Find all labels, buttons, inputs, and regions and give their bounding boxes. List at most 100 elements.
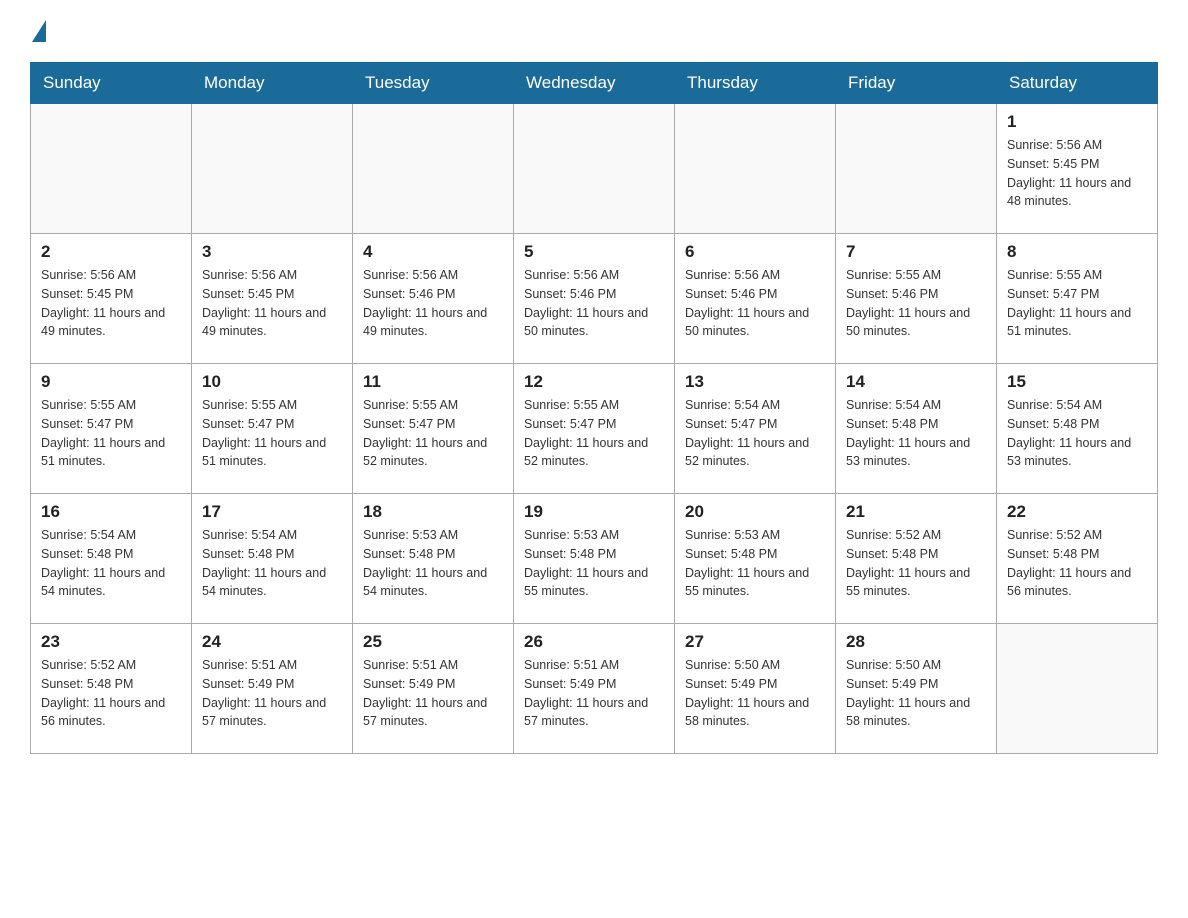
- calendar-week-row: 23 Sunrise: 5:52 AM Sunset: 5:48 PM Dayli…: [31, 624, 1158, 754]
- table-row: 26 Sunrise: 5:51 AM Sunset: 5:49 PM Dayli…: [514, 624, 675, 754]
- table-row: 22Sunrise: 5:52 AM Sunset: 5:48 PM Dayli…: [997, 494, 1158, 624]
- day-number: 13: [685, 372, 825, 392]
- table-row: 21 Sunrise: 5:52 AM Sunset: 5:48 PM Dayli…: [836, 494, 997, 624]
- table-row: 16 Sunrise: 5:54 AM Sunset: 5:48 PM Dayli…: [31, 494, 192, 624]
- day-number: 25: [363, 632, 503, 652]
- table-row: 5 Sunrise: 5:56 AM Sunset: 5:46 PM Daylig…: [514, 234, 675, 364]
- table-row: 2 Sunrise: 5:56 AM Sunset: 5:45 PM Daylig…: [31, 234, 192, 364]
- day-info: Sunrise: 5:53 AM Sunset: 5:48 PM Dayligh…: [363, 526, 503, 601]
- day-info: Sunrise: 5:55 AM Sunset: 5:47 PM Dayligh…: [202, 396, 342, 471]
- table-row: 20 Sunrise: 5:53 AM Sunset: 5:48 PM Dayli…: [675, 494, 836, 624]
- day-number: 24: [202, 632, 342, 652]
- day-number: 16: [41, 502, 181, 522]
- table-row: 10 Sunrise: 5:55 AM Sunset: 5:47 PM Dayli…: [192, 364, 353, 494]
- table-row: [997, 624, 1158, 754]
- table-row: 4Sunrise: 5:56 AM Sunset: 5:46 PM Daylig…: [353, 234, 514, 364]
- day-info: Sunrise: 5:54 AM Sunset: 5:48 PM Dayligh…: [41, 526, 181, 601]
- day-number: 28: [846, 632, 986, 652]
- logo-triangle-icon: [32, 20, 46, 42]
- day-number: 21: [846, 502, 986, 522]
- table-row: 18Sunrise: 5:53 AM Sunset: 5:48 PM Dayli…: [353, 494, 514, 624]
- day-number: 12: [524, 372, 664, 392]
- table-row: 17 Sunrise: 5:54 AM Sunset: 5:48 PM Dayli…: [192, 494, 353, 624]
- table-row: 12 Sunrise: 5:55 AM Sunset: 5:47 PM Dayli…: [514, 364, 675, 494]
- col-wednesday: Wednesday: [514, 63, 675, 104]
- table-row: [31, 104, 192, 234]
- day-info: Sunrise: 5:53 AM Sunset: 5:48 PM Dayligh…: [685, 526, 825, 601]
- table-row: [836, 104, 997, 234]
- day-info: Sunrise: 5:55 AM Sunset: 5:47 PM Dayligh…: [41, 396, 181, 471]
- table-row: 15 Sunrise: 5:54 AM Sunset: 5:48 PM Dayli…: [997, 364, 1158, 494]
- table-row: [192, 104, 353, 234]
- table-row: 8 Sunrise: 5:55 AM Sunset: 5:47 PM Daylig…: [997, 234, 1158, 364]
- day-info: Sunrise: 5:51 AM Sunset: 5:49 PM Dayligh…: [524, 656, 664, 731]
- table-row: 6Sunrise: 5:56 AM Sunset: 5:46 PM Daylig…: [675, 234, 836, 364]
- day-info: Sunrise: 5:54 AM Sunset: 5:48 PM Dayligh…: [202, 526, 342, 601]
- col-monday: Monday: [192, 63, 353, 104]
- table-row: 25 Sunrise: 5:51 AM Sunset: 5:49 PM Dayli…: [353, 624, 514, 754]
- table-row: 27 Sunrise: 5:50 AM Sunset: 5:49 PM Dayli…: [675, 624, 836, 754]
- day-number: 1: [1007, 112, 1147, 132]
- table-row: [353, 104, 514, 234]
- day-number: 10: [202, 372, 342, 392]
- page-header: [30, 20, 1158, 42]
- day-number: 15: [1007, 372, 1147, 392]
- weekday-header-row: Sunday Monday Tuesday Wednesday Thursday…: [31, 63, 1158, 104]
- day-info: Sunrise: 5:52 AM Sunset: 5:48 PM Dayligh…: [846, 526, 986, 601]
- col-friday: Friday: [836, 63, 997, 104]
- table-row: 28 Sunrise: 5:50 AM Sunset: 5:49 PM Dayli…: [836, 624, 997, 754]
- table-row: 3 Sunrise: 5:56 AM Sunset: 5:45 PM Daylig…: [192, 234, 353, 364]
- day-number: 23: [41, 632, 181, 652]
- col-thursday: Thursday: [675, 63, 836, 104]
- day-info: Sunrise: 5:54 AM Sunset: 5:48 PM Dayligh…: [1007, 396, 1147, 471]
- table-row: 14 Sunrise: 5:54 AM Sunset: 5:48 PM Dayli…: [836, 364, 997, 494]
- day-info: Sunrise: 5:51 AM Sunset: 5:49 PM Dayligh…: [202, 656, 342, 731]
- day-number: 14: [846, 372, 986, 392]
- day-info: Sunrise: 5:55 AM Sunset: 5:47 PM Dayligh…: [363, 396, 503, 471]
- table-row: 9Sunrise: 5:55 AM Sunset: 5:47 PM Daylig…: [31, 364, 192, 494]
- table-row: 13 Sunrise: 5:54 AM Sunset: 5:47 PM Dayli…: [675, 364, 836, 494]
- calendar-week-row: 2 Sunrise: 5:56 AM Sunset: 5:45 PM Daylig…: [31, 234, 1158, 364]
- day-number: 3: [202, 242, 342, 262]
- table-row: 11 Sunrise: 5:55 AM Sunset: 5:47 PM Dayli…: [353, 364, 514, 494]
- day-info: Sunrise: 5:55 AM Sunset: 5:46 PM Dayligh…: [846, 266, 986, 341]
- table-row: 7 Sunrise: 5:55 AM Sunset: 5:46 PM Daylig…: [836, 234, 997, 364]
- day-number: 11: [363, 372, 503, 392]
- day-info: Sunrise: 5:56 AM Sunset: 5:46 PM Dayligh…: [524, 266, 664, 341]
- day-number: 7: [846, 242, 986, 262]
- day-info: Sunrise: 5:56 AM Sunset: 5:46 PM Dayligh…: [363, 266, 503, 341]
- col-saturday: Saturday: [997, 63, 1158, 104]
- day-number: 5: [524, 242, 664, 262]
- table-row: 1 Sunrise: 5:56 AM Sunset: 5:45 PM Daylig…: [997, 104, 1158, 234]
- day-info: Sunrise: 5:51 AM Sunset: 5:49 PM Dayligh…: [363, 656, 503, 731]
- day-info: Sunrise: 5:55 AM Sunset: 5:47 PM Dayligh…: [524, 396, 664, 471]
- day-info: Sunrise: 5:56 AM Sunset: 5:45 PM Dayligh…: [202, 266, 342, 341]
- day-info: Sunrise: 5:55 AM Sunset: 5:47 PM Dayligh…: [1007, 266, 1147, 341]
- day-number: 26: [524, 632, 664, 652]
- table-row: 24 Sunrise: 5:51 AM Sunset: 5:49 PM Dayli…: [192, 624, 353, 754]
- day-number: 20: [685, 502, 825, 522]
- day-info: Sunrise: 5:50 AM Sunset: 5:49 PM Dayligh…: [846, 656, 986, 731]
- table-row: [675, 104, 836, 234]
- day-number: 17: [202, 502, 342, 522]
- day-info: Sunrise: 5:52 AM Sunset: 5:48 PM Dayligh…: [41, 656, 181, 731]
- day-number: 19: [524, 502, 664, 522]
- table-row: 19Sunrise: 5:53 AM Sunset: 5:48 PM Dayli…: [514, 494, 675, 624]
- calendar-week-row: 16 Sunrise: 5:54 AM Sunset: 5:48 PM Dayli…: [31, 494, 1158, 624]
- logo: [30, 20, 46, 42]
- day-info: Sunrise: 5:56 AM Sunset: 5:45 PM Dayligh…: [41, 266, 181, 341]
- day-number: 27: [685, 632, 825, 652]
- day-info: Sunrise: 5:54 AM Sunset: 5:48 PM Dayligh…: [846, 396, 986, 471]
- calendar-week-row: 9Sunrise: 5:55 AM Sunset: 5:47 PM Daylig…: [31, 364, 1158, 494]
- day-info: Sunrise: 5:56 AM Sunset: 5:46 PM Dayligh…: [685, 266, 825, 341]
- day-number: 8: [1007, 242, 1147, 262]
- table-row: [514, 104, 675, 234]
- table-row: 23 Sunrise: 5:52 AM Sunset: 5:48 PM Dayli…: [31, 624, 192, 754]
- day-info: Sunrise: 5:56 AM Sunset: 5:45 PM Dayligh…: [1007, 136, 1147, 211]
- day-number: 2: [41, 242, 181, 262]
- day-info: Sunrise: 5:54 AM Sunset: 5:47 PM Dayligh…: [685, 396, 825, 471]
- col-sunday: Sunday: [31, 63, 192, 104]
- day-number: 22: [1007, 502, 1147, 522]
- calendar-week-row: 1 Sunrise: 5:56 AM Sunset: 5:45 PM Daylig…: [31, 104, 1158, 234]
- day-info: Sunrise: 5:50 AM Sunset: 5:49 PM Dayligh…: [685, 656, 825, 731]
